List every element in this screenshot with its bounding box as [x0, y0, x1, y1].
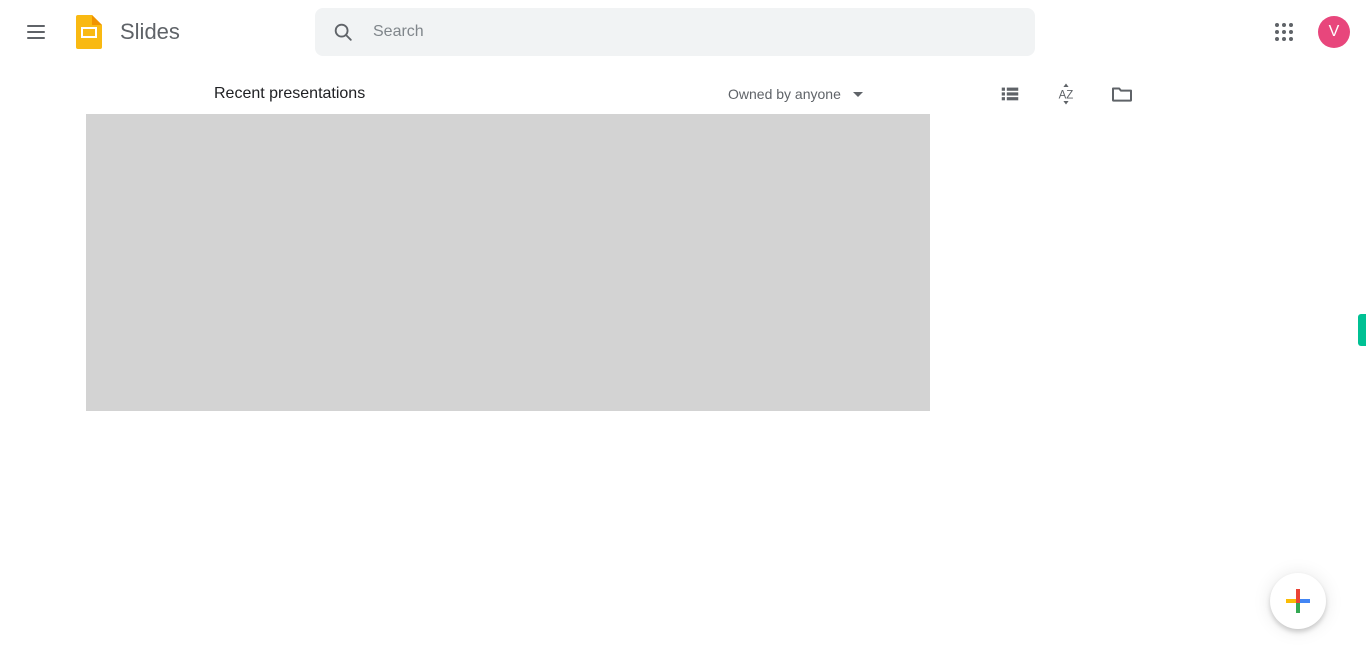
folder-icon[interactable]	[1102, 74, 1142, 114]
search-bar[interactable]	[315, 8, 1035, 56]
owner-filter-label: Owned by anyone	[728, 86, 841, 102]
apps-dot	[1289, 37, 1293, 41]
page-title: Recent presentations	[214, 85, 366, 102]
apps-dot	[1282, 37, 1286, 41]
search-icon	[331, 20, 355, 44]
google-plus-icon	[1286, 589, 1310, 613]
presentation-list-placeholder[interactable]	[86, 114, 930, 411]
chevron-down-icon	[852, 91, 863, 97]
hamburger-bar	[27, 31, 45, 33]
header-actions: V	[1264, 0, 1350, 64]
apps-dot	[1282, 30, 1286, 34]
main-menu-button[interactable]	[12, 8, 60, 56]
apps-dot	[1275, 23, 1279, 27]
app-title: Slides	[120, 19, 180, 44]
slides-logo-icon	[76, 15, 102, 49]
apps-dot	[1275, 30, 1279, 34]
search-input[interactable]	[371, 17, 1019, 47]
sort-az-icon[interactable]: AZ	[1046, 74, 1086, 114]
apps-dot	[1275, 37, 1279, 41]
apps-dot	[1289, 23, 1293, 27]
apps-grid-icon[interactable]	[1264, 12, 1304, 52]
feedback-tab[interactable]	[1358, 314, 1366, 346]
hamburger-bar	[27, 25, 45, 27]
app-header: Slides V	[0, 0, 1366, 64]
content-toolbar: Recent presentations Owned by anyone AZ	[0, 76, 1366, 112]
toolbar-icon-group: AZ	[990, 74, 1142, 114]
apps-dot	[1289, 30, 1293, 34]
brand-home-link[interactable]: Slides	[76, 15, 180, 49]
list-view-icon[interactable]	[990, 74, 1030, 114]
owner-filter-dropdown[interactable]: Owned by anyone	[728, 76, 863, 112]
hamburger-bar	[27, 37, 45, 39]
new-presentation-button[interactable]	[1270, 573, 1326, 629]
avatar[interactable]: V	[1318, 16, 1350, 48]
apps-dot	[1282, 23, 1286, 27]
svg-text:AZ: AZ	[1059, 90, 1074, 102]
